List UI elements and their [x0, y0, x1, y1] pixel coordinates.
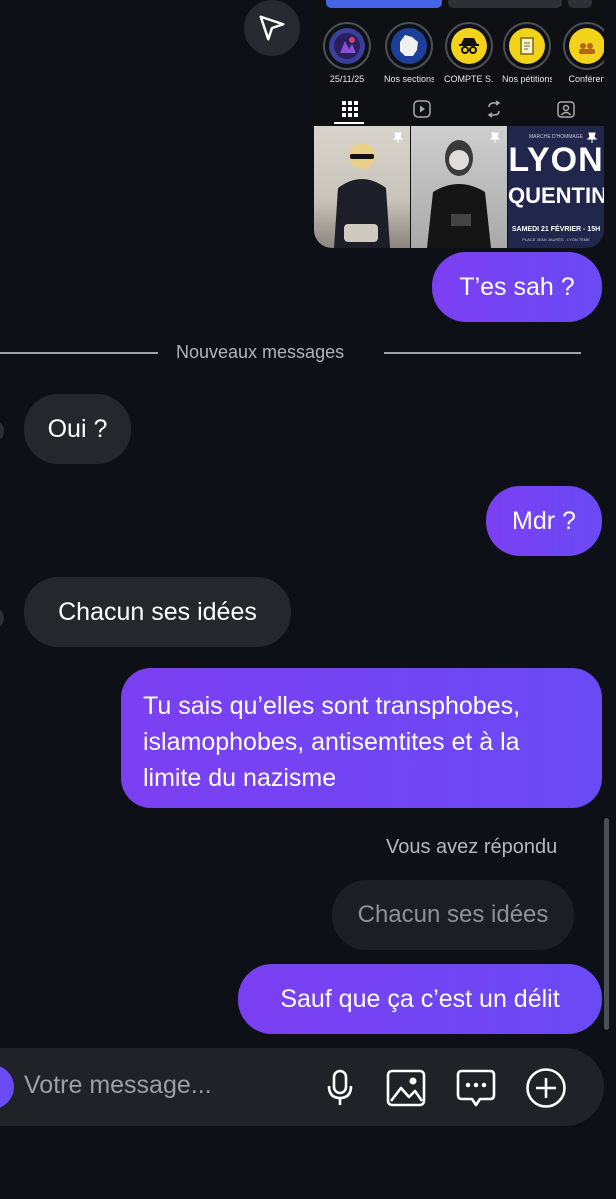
- pin-icon: [392, 132, 404, 143]
- message-text: Oui ?: [47, 414, 108, 443]
- profile-tabs: [314, 96, 604, 124]
- quoted-text: Chacun ses idées: [357, 901, 549, 928]
- reposts-tab[interactable]: [474, 96, 514, 122]
- chat-bubble-icon: [456, 1069, 496, 1107]
- post-thumbnail-3[interactable]: MARCHE D'HOMMAGE LYON QUENTIN SAMEDI 21 …: [508, 126, 604, 248]
- sticker-button[interactable]: [454, 1066, 498, 1110]
- poster-line2: QUENTIN: [508, 183, 604, 208]
- send-button[interactable]: [244, 0, 300, 56]
- post-thumbnail-2[interactable]: [411, 126, 507, 248]
- microphone-button[interactable]: [322, 1066, 358, 1110]
- avatar[interactable]: [0, 607, 4, 629]
- france-map-icon: [391, 28, 427, 64]
- poster-line1: LYON: [508, 141, 604, 179]
- scrollbar[interactable]: [604, 818, 609, 1030]
- poster-place: PLACE JEAN JAURÈS - LYON 7ÈME: [522, 237, 590, 242]
- photo-highlight-icon: [329, 28, 365, 64]
- tagged-tab[interactable]: [546, 96, 586, 122]
- plus-circle-icon: [526, 1068, 566, 1108]
- follow-button[interactable]: [326, 0, 442, 8]
- repost-icon: [487, 100, 501, 118]
- tagged-icon: [557, 101, 575, 118]
- document-icon: [509, 28, 545, 64]
- highlight-label: Conféren: [568, 74, 604, 84]
- highlight-5[interactable]: Conféren: [562, 22, 604, 84]
- outgoing-message[interactable]: Mdr ?: [486, 486, 602, 556]
- post-thumbnail-1[interactable]: [314, 126, 410, 248]
- message-button[interactable]: [448, 0, 562, 8]
- image-icon: [386, 1069, 426, 1107]
- highlight-4[interactable]: Nos pétitions: [502, 22, 552, 84]
- poster-date: SAMEDI 21 FÉVRIER - 15H: [511, 226, 601, 233]
- message-text: Sauf que ça c’est un délit: [280, 984, 560, 1013]
- crowd-icon: [569, 28, 604, 64]
- shared-profile-card[interactable]: 25/11/25 Nos sections COMPTE S... Nos pé…: [314, 0, 604, 248]
- message-text: T’es sah ?: [459, 272, 575, 301]
- new-messages-label: Nouveaux messages: [176, 342, 345, 362]
- grid-icon: [342, 101, 358, 117]
- pin-icon: [489, 132, 501, 143]
- message-text-line: Tu sais qu’elles sont transphobes,: [143, 692, 521, 720]
- message-composer: Votre message...: [0, 1048, 604, 1126]
- grid-tab[interactable]: [330, 96, 370, 122]
- incoming-message[interactable]: Oui ?: [24, 394, 131, 464]
- highlight-label: COMPTE S...: [444, 74, 494, 84]
- divider-line-right: [384, 352, 581, 354]
- send-icon: [259, 15, 285, 41]
- highlight-label: Nos sections: [384, 74, 434, 84]
- highlight-1[interactable]: 25/11/25: [322, 22, 372, 84]
- highlight-label: 25/11/25: [329, 74, 365, 84]
- message-text: Chacun ses idées: [58, 597, 257, 626]
- spy-icon: [451, 28, 487, 64]
- quoted-message[interactable]: Chacun ses idées: [332, 880, 574, 950]
- reels-icon: [413, 100, 431, 118]
- incoming-message[interactable]: Chacun ses idées: [24, 577, 291, 647]
- reels-tab[interactable]: [402, 96, 442, 122]
- message-text: Mdr ?: [512, 506, 576, 535]
- message-input[interactable]: Votre message...: [24, 1071, 212, 1100]
- gallery-button[interactable]: [384, 1066, 428, 1110]
- highlight-3[interactable]: COMPTE S...: [444, 22, 494, 84]
- more-button[interactable]: [568, 0, 592, 8]
- highlight-label: Nos pétitions: [502, 74, 552, 84]
- active-tab-indicator: [334, 122, 364, 124]
- microphone-icon: [327, 1069, 353, 1105]
- camera-button[interactable]: [0, 1065, 14, 1109]
- divider-line-left: [0, 352, 158, 354]
- outgoing-message[interactable]: Tu sais qu’elles sont transphobes, islam…: [121, 668, 602, 808]
- avatar[interactable]: [0, 420, 4, 442]
- outgoing-message[interactable]: T’es sah ?: [432, 252, 602, 322]
- outgoing-message[interactable]: Sauf que ça c’est un délit: [238, 964, 602, 1034]
- add-button[interactable]: [524, 1066, 568, 1110]
- highlight-2[interactable]: Nos sections: [384, 22, 434, 84]
- reply-label: Vous avez répondu: [386, 836, 558, 858]
- message-text-line: limite du nazisme: [143, 764, 337, 792]
- pin-icon: [586, 132, 598, 143]
- message-text-line: islamophobes, antisemtites et à la: [143, 728, 520, 756]
